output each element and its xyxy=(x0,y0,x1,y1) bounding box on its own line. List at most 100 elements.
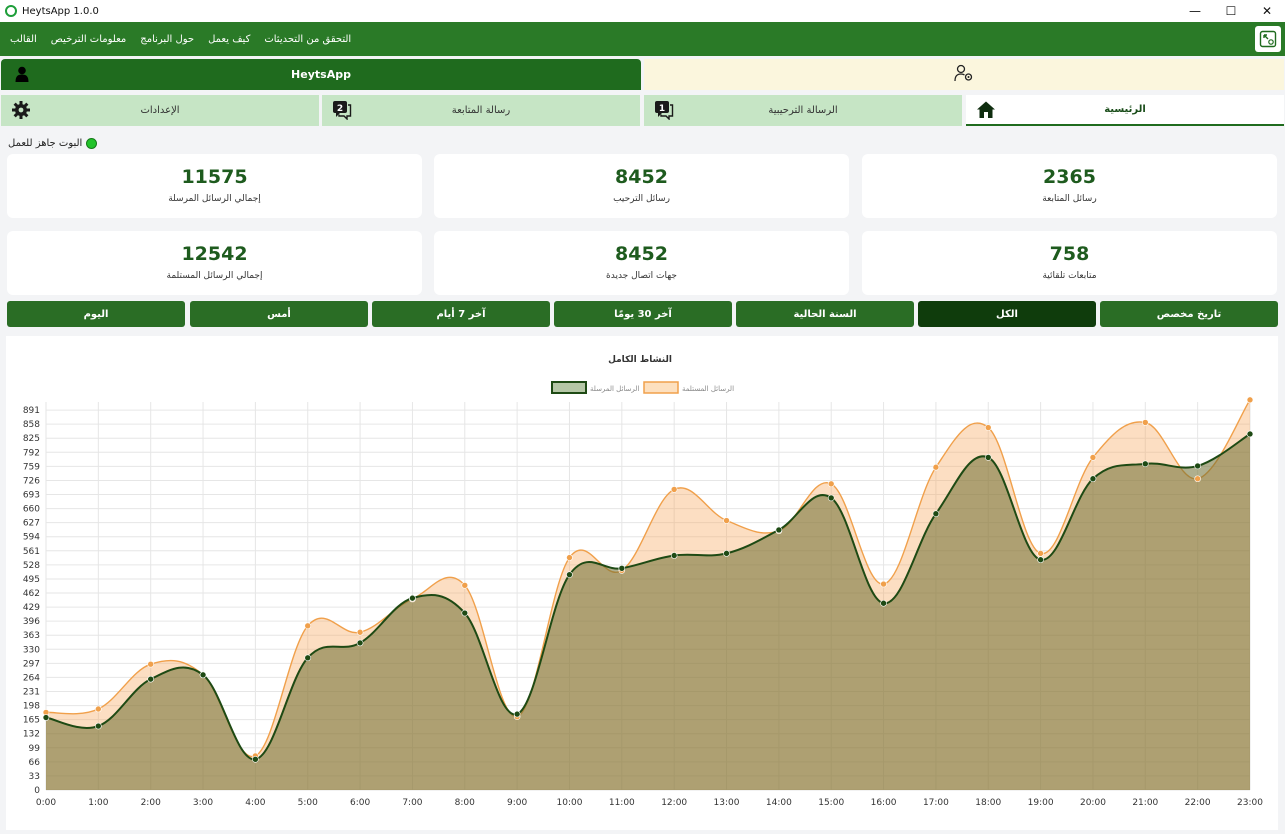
svg-text:2: 2 xyxy=(337,104,343,114)
home-icon xyxy=(976,100,996,123)
title-bar: HeytsApp 1.0.0 — ☐ ✕ xyxy=(0,0,1285,22)
menu-item-theme[interactable]: القالب xyxy=(10,34,37,45)
activity-chart-panel: النشاط الكامل الرسائل المرسلة الرسائل ال… xyxy=(6,336,1278,830)
x-tick-label: 14:00 xyxy=(766,798,792,808)
tab-settings[interactable]: الإعدادات xyxy=(1,95,319,126)
data-point-sent xyxy=(1142,460,1149,468)
close-button[interactable]: ✕ xyxy=(1249,0,1285,22)
tab-welcome[interactable]: 1 الرسالة الترحيبية xyxy=(644,95,962,126)
y-tick-label: 495 xyxy=(23,575,40,585)
y-tick-label: 792 xyxy=(23,448,40,458)
minimize-button[interactable]: — xyxy=(1177,0,1213,22)
data-point-sent xyxy=(461,609,469,617)
data-point-sent xyxy=(618,564,626,572)
window-icon[interactable] xyxy=(1255,26,1281,52)
x-tick-label: 21:00 xyxy=(1132,798,1158,808)
user-gear-icon xyxy=(954,64,974,86)
tab-followup-label: رسالة المتابعة xyxy=(451,105,511,116)
y-tick-label: 429 xyxy=(23,603,40,613)
data-point-sent xyxy=(1037,556,1044,564)
stat-value: 2365 xyxy=(1043,166,1096,188)
data-point-sent xyxy=(199,671,207,679)
data-point-sent xyxy=(775,526,783,534)
data-point-sent xyxy=(252,756,259,763)
stat-label: إجمالي الرسائل المستلمة xyxy=(166,271,263,281)
x-tick-label: 16:00 xyxy=(871,798,897,808)
filter-today-button[interactable]: اليوم xyxy=(7,301,185,327)
menu-item-license[interactable]: معلومات الترخيص xyxy=(51,34,126,45)
menu-bar: القالب معلومات الترخيص حول البرنامج كيف … xyxy=(0,22,1285,56)
menu-item-about[interactable]: حول البرنامج xyxy=(140,34,194,45)
menu-item-how-it-works[interactable]: كيف يعمل xyxy=(208,34,250,45)
tab-add-user[interactable] xyxy=(644,59,1284,90)
data-point-sent xyxy=(356,639,364,647)
stat-label: رسائل المتابعة xyxy=(1042,194,1097,204)
x-tick-label: 17:00 xyxy=(923,798,949,808)
chat-2-icon: 2 xyxy=(332,100,352,123)
x-tick-label: 12:00 xyxy=(661,798,687,808)
data-point-sent xyxy=(670,552,678,559)
y-tick-label: 462 xyxy=(23,589,40,599)
data-point-received xyxy=(827,480,835,488)
filter-last30-button[interactable]: آخر 30 يومًا xyxy=(554,301,732,327)
tab-heytsapp[interactable]: HeytsApp xyxy=(1,59,641,90)
stat-label: رسائل الترحيب xyxy=(613,194,670,204)
x-tick-label: 13:00 xyxy=(714,798,740,808)
x-tick-label: 11:00 xyxy=(609,798,635,808)
y-tick-label: 561 xyxy=(23,547,40,557)
gear-icon xyxy=(11,100,31,123)
y-tick-label: 891 xyxy=(23,406,40,416)
data-point-received xyxy=(566,554,573,561)
user-icon xyxy=(15,66,29,85)
stat-label: جهات اتصال جديدة xyxy=(606,271,677,281)
data-point-received xyxy=(880,580,887,588)
data-point-received xyxy=(147,660,154,668)
y-tick-label: 627 xyxy=(23,519,40,529)
chat-1-icon: 1 xyxy=(654,100,674,123)
stat-label: متابعات تلقائية xyxy=(1042,271,1097,281)
stat-value: 11575 xyxy=(181,166,248,188)
data-point-received xyxy=(1246,396,1254,404)
svg-text:1: 1 xyxy=(659,104,665,114)
status-indicator-icon xyxy=(86,137,98,149)
x-tick-label: 4:00 xyxy=(245,798,265,808)
filter-yesterday-button[interactable]: أمس xyxy=(190,301,368,327)
x-tick-label: 23:00 xyxy=(1237,798,1263,808)
legend-sent-swatch xyxy=(551,381,587,394)
tab-home[interactable]: الرئيسية xyxy=(966,95,1284,126)
x-tick-label: 18:00 xyxy=(975,798,1001,808)
stat-card-followup: 2365 رسائل المتابعة xyxy=(862,154,1277,218)
stat-label: إجمالي الرسائل المرسلة xyxy=(168,194,261,204)
x-tick-label: 9:00 xyxy=(507,798,527,808)
y-tick-label: 594 xyxy=(23,533,40,543)
x-tick-label: 15:00 xyxy=(818,798,844,808)
data-point-sent xyxy=(880,599,887,607)
y-tick-label: 759 xyxy=(23,462,40,472)
y-tick-label: 528 xyxy=(23,561,40,571)
stat-card-welcome: 8452 رسائل الترحيب xyxy=(434,154,849,218)
filter-last7-button[interactable]: آخر 7 أيام xyxy=(372,301,550,327)
x-tick-label: 5:00 xyxy=(298,798,318,808)
legend-sent-label: الرسائل المرسلة xyxy=(590,385,639,393)
filter-custom-date-button[interactable]: تاريخ مخصص xyxy=(1100,301,1278,327)
data-point-received xyxy=(932,463,940,471)
y-tick-label: 363 xyxy=(23,631,40,641)
maximize-button[interactable]: ☐ xyxy=(1213,0,1249,22)
y-tick-label: 66 xyxy=(29,758,41,768)
y-tick-label: 231 xyxy=(23,688,40,698)
data-point-received xyxy=(1089,454,1097,461)
stat-card-new-contacts: 8452 جهات اتصال جديدة xyxy=(434,231,849,295)
x-tick-label: 8:00 xyxy=(455,798,475,808)
y-tick-label: 132 xyxy=(23,730,40,740)
tab-welcome-label: الرسالة الترحيبية xyxy=(768,105,838,116)
data-point-sent xyxy=(95,722,102,730)
data-point-received xyxy=(670,486,678,493)
filter-this-year-button[interactable]: السنة الحالية xyxy=(736,301,914,327)
y-tick-label: 396 xyxy=(23,617,40,627)
menu-item-check-updates[interactable]: التحقق من التحديثات xyxy=(264,34,351,45)
x-tick-label: 0:00 xyxy=(36,798,56,808)
tab-followup[interactable]: 2 رسالة المتابعة xyxy=(322,95,640,126)
y-tick-label: 726 xyxy=(23,476,40,486)
filter-all-button[interactable]: الكل xyxy=(918,301,1096,327)
legend-received-label: الرسائل المستلمة xyxy=(682,385,734,393)
